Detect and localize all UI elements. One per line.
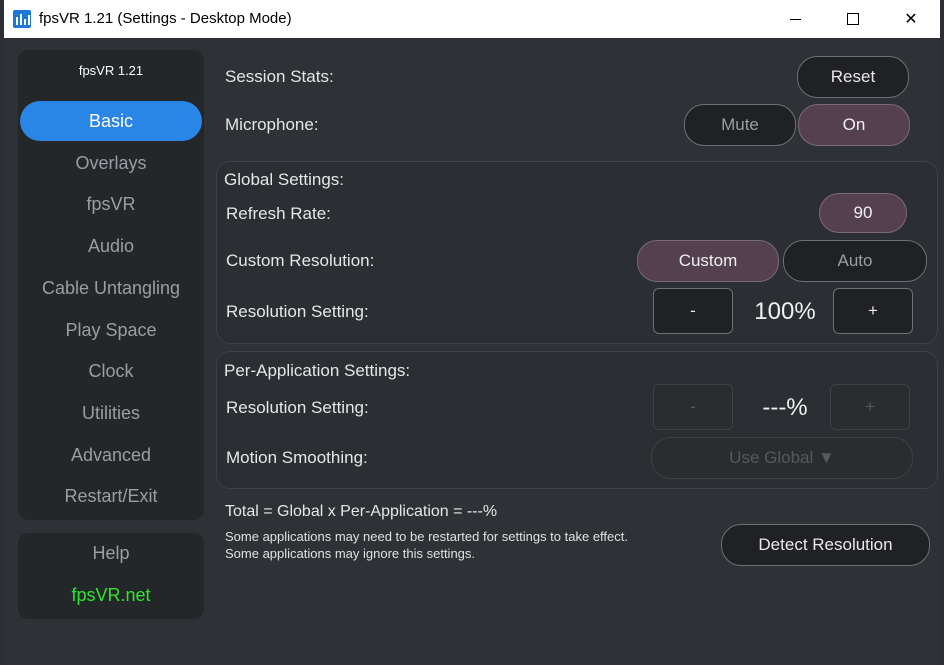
- detect-resolution-button[interactable]: Detect Resolution: [721, 524, 930, 566]
- sidebar-item-basic[interactable]: Basic: [20, 101, 202, 141]
- global-resolution-value: 100%: [754, 298, 816, 325]
- sidebar-version: fpsVR 1.21: [78, 63, 144, 78]
- sidebar-item-utilities[interactable]: Utilities: [20, 393, 202, 433]
- motion-smoothing-label: Motion Smoothing:: [226, 448, 368, 467]
- close-icon: ✕: [904, 11, 918, 28]
- title-bar[interactable]: fpsVR 1.21 (Settings - Desktop Mode) ✕: [4, 0, 940, 38]
- motion-smoothing-dropdown[interactable]: Use Global ▼: [651, 437, 913, 479]
- sidebar: fpsVR 1.21 Basic Overlays fpsVR Audio Ca…: [18, 50, 204, 520]
- sidebar-item-clock[interactable]: Clock: [20, 351, 202, 391]
- refresh-rate-label: Refresh Rate:: [226, 204, 331, 223]
- global-settings-title: Global Settings:: [224, 170, 345, 189]
- custom-resolution-label: Custom Resolution:: [226, 251, 375, 270]
- per-app-settings-title: Per-Application Settings:: [224, 361, 411, 380]
- per-app-resolution-decrease-button[interactable]: -: [653, 384, 733, 430]
- refresh-rate-button[interactable]: 90: [819, 193, 907, 233]
- settings-window: fpsVR 1.21 (Settings - Desktop Mode) ✕ f…: [4, 0, 940, 665]
- sidebar-item-overlays[interactable]: Overlays: [20, 143, 202, 183]
- mic-on-button[interactable]: On: [798, 104, 910, 146]
- reset-button[interactable]: Reset: [797, 56, 909, 98]
- mute-button[interactable]: Mute: [684, 104, 796, 146]
- sidebar-item-advanced[interactable]: Advanced: [20, 435, 202, 475]
- per-app-resolution-setting-label: Resolution Setting:: [226, 398, 369, 417]
- close-button[interactable]: ✕: [882, 0, 940, 38]
- minimize-button[interactable]: [766, 0, 824, 38]
- sidebar-item-fpsvr[interactable]: fpsVR: [20, 184, 202, 224]
- website-link[interactable]: fpsVR.net: [18, 585, 204, 606]
- total-formula: Total = Global x Per-Application = ---%: [225, 503, 498, 520]
- ignore-note: Some applications may ignore this settin…: [225, 546, 476, 561]
- sidebar-item-cable-untangling[interactable]: Cable Untangling: [20, 268, 202, 308]
- help-link[interactable]: Help: [18, 543, 204, 564]
- help-panel: Help fpsVR.net: [18, 533, 204, 619]
- microphone-label: Microphone:: [225, 115, 319, 134]
- minimize-icon: [789, 18, 801, 20]
- per-app-resolution-value: ---%: [762, 394, 808, 421]
- window-title: fpsVR 1.21 (Settings - Desktop Mode): [39, 10, 292, 27]
- maximize-button[interactable]: [824, 0, 882, 38]
- bar-chart-icon: [13, 10, 31, 28]
- sidebar-item-play-space[interactable]: Play Space: [20, 310, 202, 350]
- global-resolution-setting-label: Resolution Setting:: [226, 302, 369, 321]
- global-resolution-increase-button[interactable]: +: [833, 288, 913, 334]
- sidebar-item-restart-exit[interactable]: Restart/Exit: [20, 476, 202, 516]
- restart-note: Some applications may need to be restart…: [225, 529, 628, 544]
- auto-resolution-button[interactable]: Auto: [783, 240, 927, 282]
- session-stats-label: Session Stats:: [225, 67, 334, 86]
- per-app-resolution-increase-button[interactable]: +: [830, 384, 910, 430]
- sidebar-item-audio[interactable]: Audio: [20, 226, 202, 266]
- custom-resolution-button[interactable]: Custom: [637, 240, 779, 282]
- maximize-icon: [847, 13, 859, 25]
- global-resolution-decrease-button[interactable]: -: [653, 288, 733, 334]
